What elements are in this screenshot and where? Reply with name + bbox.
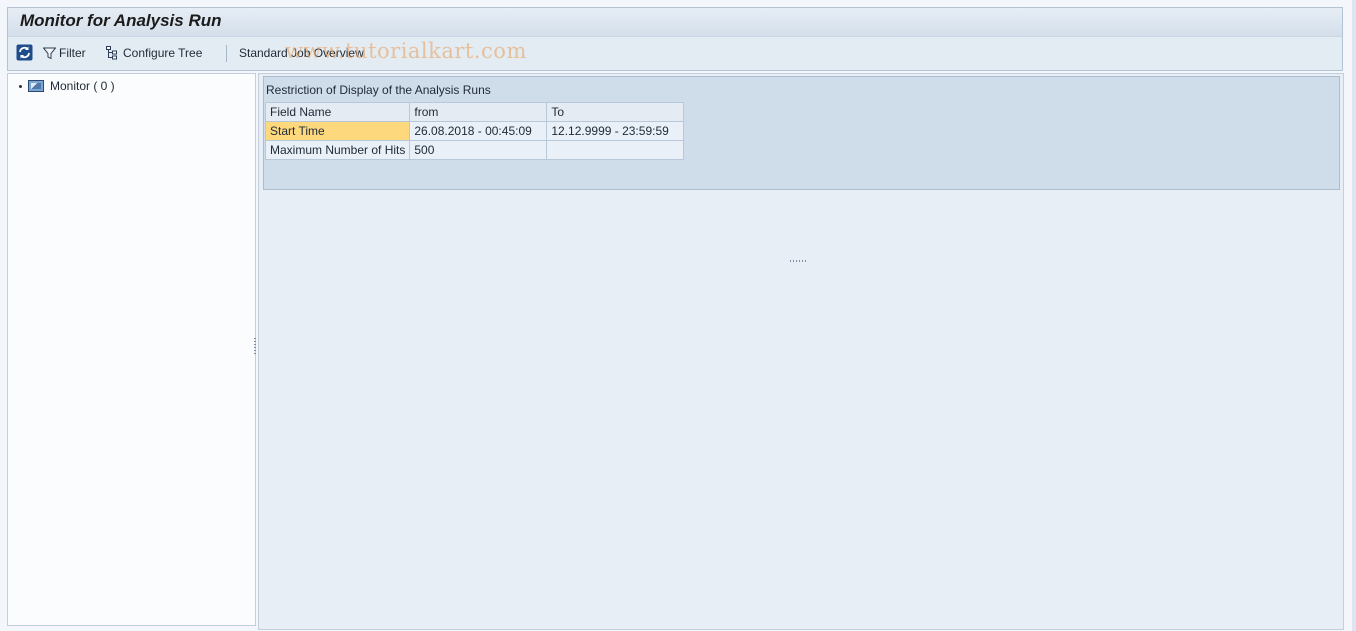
vertical-splitter-handle[interactable] [254, 338, 256, 356]
application-toolbar: Filter Configure Tree Standard Job Overv… [7, 36, 1343, 71]
refresh-icon [16, 44, 33, 61]
restriction-table: Field Name from To Start Time 26.08.2018… [264, 102, 685, 160]
content-pane: Restriction of Display of the Analysis R… [258, 73, 1344, 630]
toolbar-separator [226, 45, 227, 62]
cell-to[interactable] [546, 140, 685, 160]
column-header-to[interactable]: To [546, 102, 685, 122]
column-header-field-name[interactable]: Field Name [264, 102, 411, 122]
page-title: Monitor for Analysis Run [20, 11, 222, 30]
filter-button[interactable]: Filter [43, 46, 86, 60]
cell-to[interactable]: 12.12.9999 - 23:59:59 [546, 121, 685, 141]
cell-field-name[interactable]: Start Time [264, 121, 411, 141]
tree-node-label: Monitor ( 0 ) [50, 79, 115, 93]
cell-from[interactable]: 500 [409, 140, 548, 160]
cell-from[interactable]: 26.08.2018 - 00:45:09 [409, 121, 548, 141]
tree-icon [106, 46, 117, 60]
table-row: Start Time 26.08.2018 - 00:45:09 12.12.9… [264, 121, 685, 141]
navigation-tree-pane: Monitor ( 0 ) [7, 73, 256, 626]
tree-bullet [19, 84, 22, 88]
title-bar: Monitor for Analysis Run [7, 7, 1343, 36]
window-edge [1352, 0, 1356, 631]
configure-tree-label: Configure Tree [123, 46, 203, 60]
cell-field-name[interactable]: Maximum Number of Hits [264, 140, 411, 160]
watermark: www.tutorialkart.com [285, 39, 527, 63]
tree-node-monitor[interactable]: Monitor ( 0 ) [19, 79, 115, 93]
table-header-row: Field Name from To [264, 102, 685, 122]
filter-label: Filter [59, 46, 86, 60]
restriction-title: Restriction of Display of the Analysis R… [266, 83, 491, 97]
monitor-icon [28, 80, 44, 92]
column-header-from[interactable]: from [409, 102, 548, 122]
restriction-panel: Restriction of Display of the Analysis R… [263, 76, 1340, 190]
configure-tree-button[interactable]: Configure Tree [106, 46, 202, 60]
horizontal-splitter-handle[interactable] [790, 260, 808, 262]
refresh-button[interactable] [16, 44, 33, 61]
filter-icon [43, 47, 56, 59]
table-row: Maximum Number of Hits 500 [264, 140, 685, 160]
